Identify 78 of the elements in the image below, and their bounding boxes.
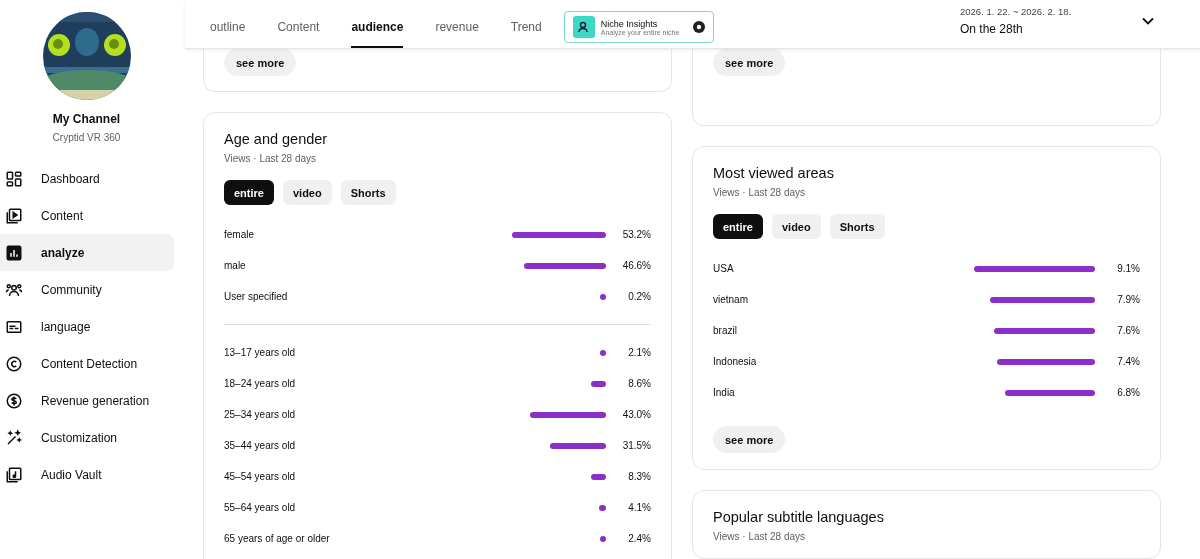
row-label: vietnam: [713, 294, 749, 305]
percent-value: 7.9%: [1116, 294, 1140, 305]
percent-value: 0.2%: [627, 291, 651, 302]
percent-value: 8.3%: [627, 471, 651, 482]
content-icon: [5, 206, 23, 225]
row-label: 35–44 years old: [224, 440, 297, 451]
tab[interactable]: outline: [210, 0, 246, 48]
card-title: Popular subtitle languages: [713, 509, 885, 525]
row-label: female: [224, 229, 255, 240]
filter-chip[interactable]: Shorts: [829, 214, 885, 239]
tab[interactable]: Trend: [510, 0, 542, 48]
filter-chip[interactable]: video: [771, 214, 821, 239]
row-label: 65 years of age or older: [224, 533, 331, 544]
channel-handle: Cryptid VR 360: [52, 132, 121, 143]
row-label: User specified: [224, 291, 289, 302]
nav-item[interactable]: language: [0, 308, 174, 345]
see-more-button[interactable]: see more: [224, 49, 297, 76]
nav-item[interactable]: Dashboard: [0, 160, 174, 197]
nav-item[interactable]: Community: [0, 271, 174, 308]
wand-icon: [5, 428, 23, 447]
row-label: 25–34 years old: [224, 409, 297, 420]
nav-item[interactable]: Content Detection: [0, 345, 174, 382]
nav-item[interactable]: Content: [0, 197, 174, 234]
nav-item[interactable]: Revenue generation: [0, 382, 174, 419]
nav-item[interactable]: analyze: [0, 234, 174, 271]
dashboard-icon: [5, 169, 23, 188]
copyright-icon: [5, 354, 23, 373]
date-range: 2026. 1. 22. ~ 2026. 2. 18.: [960, 6, 1073, 17]
bar: [600, 293, 606, 300]
bar: [591, 380, 606, 387]
row-label: 13–17 years old: [224, 347, 297, 358]
bar: [550, 442, 606, 449]
see-more-button[interactable]: see more: [713, 49, 786, 76]
card-title: Age and gender: [224, 131, 329, 147]
bar: [599, 504, 606, 511]
row-label: USA: [713, 263, 735, 274]
filter-chip[interactable]: Shorts: [340, 180, 396, 205]
row-label: Indonesia: [713, 356, 758, 367]
percent-value: 43.0%: [621, 409, 651, 420]
filter-chip[interactable]: entire: [713, 214, 763, 239]
nav-item[interactable]: Customization: [0, 419, 174, 456]
tab[interactable]: Content: [277, 0, 320, 48]
percent-value: 7.4%: [1116, 356, 1140, 367]
percent-value: 8.6%: [627, 378, 651, 389]
bar: [600, 535, 606, 542]
percent-value: 31.5%: [621, 440, 651, 451]
row-label: India: [713, 387, 736, 398]
percent-value: 4.1%: [627, 502, 651, 513]
percent-value: 2.4%: [627, 533, 651, 544]
percent-value: 53.2%: [621, 229, 651, 240]
percent-value: 46.6%: [621, 260, 651, 271]
row-label: brazil: [713, 325, 738, 336]
bar: [600, 349, 606, 356]
card-subtitle: Views · Last 28 days: [713, 531, 807, 542]
bar: [591, 473, 606, 480]
dollar-icon: [5, 391, 23, 410]
card-subtitle: Views · Last 28 days: [713, 187, 807, 198]
percent-value: 7.6%: [1116, 325, 1140, 336]
card-subtitle: Views · Last 28 days: [224, 153, 318, 164]
audio-icon: [5, 465, 23, 484]
percent-value: 9.1%: [1116, 263, 1140, 274]
analytics-icon: [5, 243, 23, 262]
percent-value: 2.1%: [627, 347, 651, 358]
row-label: 45–54 years old: [224, 471, 297, 482]
filter-chip[interactable]: entire: [224, 180, 274, 205]
people-icon: [572, 16, 595, 38]
percent-value: 6.8%: [1116, 387, 1140, 398]
nav-item[interactable]: Audio Vault: [0, 456, 174, 493]
card-title: Most viewed areas: [713, 165, 835, 181]
period-label: On the 28th: [960, 22, 1024, 36]
filter-chip[interactable]: video: [282, 180, 332, 205]
see-more-button[interactable]: see more: [713, 426, 786, 453]
tab[interactable]: revenue: [435, 0, 479, 48]
tab[interactable]: audience: [351, 0, 404, 48]
row-label: male: [224, 260, 247, 271]
row-label: 55–64 years old: [224, 502, 297, 513]
row-label: 18–24 years old: [224, 378, 297, 389]
channel-name: My Channel: [52, 112, 121, 126]
